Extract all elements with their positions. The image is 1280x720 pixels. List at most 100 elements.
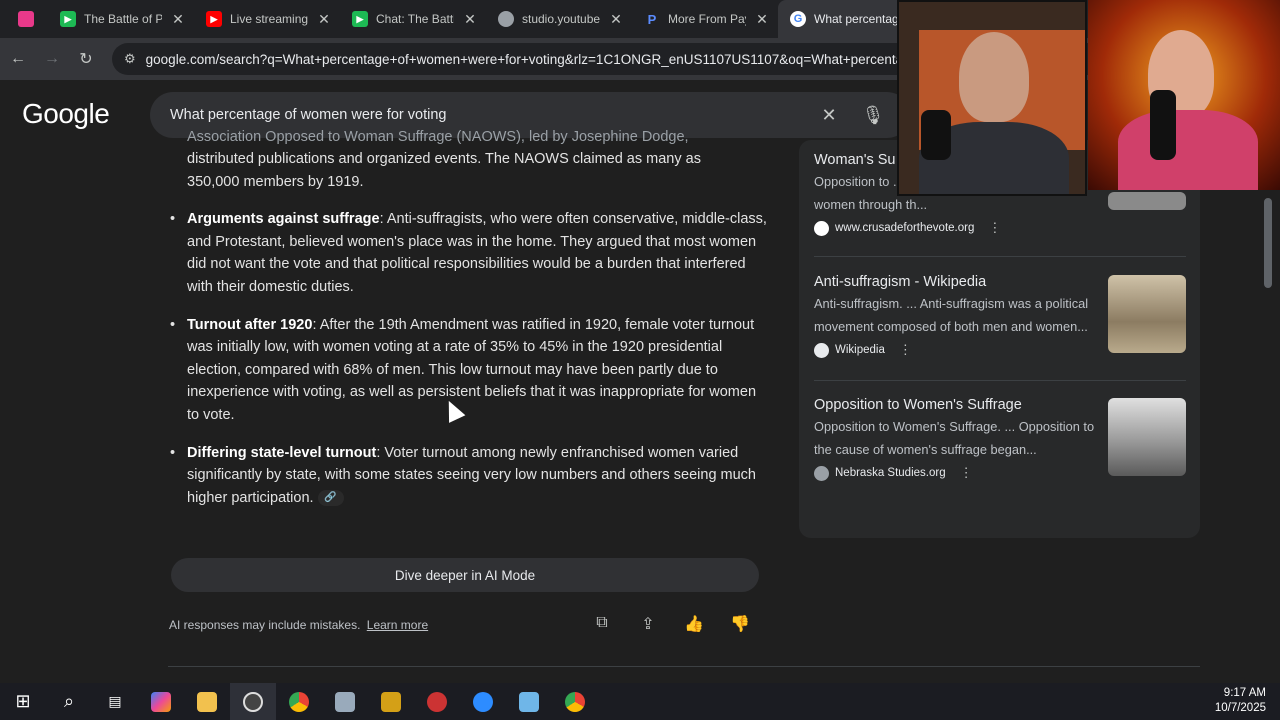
tab-2[interactable]: ▶ Chat: The Battle ✕ <box>340 0 486 38</box>
copilot-button[interactable] <box>138 683 184 720</box>
paint-icon <box>519 691 539 712</box>
start-button[interactable]: ⊞ <box>0 683 46 720</box>
app-icon <box>427 691 447 712</box>
task-view-icon: ▤ <box>108 693 122 709</box>
system-clock[interactable]: 9:17 AM 10/7/2025 <box>1215 686 1266 716</box>
search-icon: ⌕ <box>63 691 75 711</box>
windows-icon: ⊞ <box>15 691 31 711</box>
folder-icon <box>197 691 217 712</box>
thumbs-down-icon[interactable]: 👎 <box>730 614 750 634</box>
disclaimer: AI responses may include mistakes. Learn… <box>169 618 428 632</box>
bullet-list: Arguments against suffrage: Anti-suffrag… <box>168 208 768 509</box>
streamer-shirt <box>1118 110 1258 190</box>
list-item: Arguments against suffrage: Anti-suffrag… <box>168 208 768 298</box>
tab-0[interactable]: ▶ The Battle of Po ✕ <box>48 0 194 38</box>
play-icon: ▶ <box>352 11 368 27</box>
zoom-button[interactable] <box>460 683 506 720</box>
movie-maker-button[interactable] <box>368 683 414 720</box>
site-icon <box>814 465 829 481</box>
microphone-icon[interactable]: 🎙 <box>856 105 890 126</box>
tab-title: Live streaming <box>230 12 308 26</box>
reload-icon[interactable]: ↻ <box>78 49 94 69</box>
link-icon[interactable]: 🔗 <box>317 489 344 506</box>
paypal-icon: P <box>647 11 657 27</box>
source-thumbnail[interactable] <box>1108 398 1186 476</box>
forward-icon[interactable]: → <box>44 50 60 68</box>
clock-time: 9:17 AM <box>1223 687 1266 699</box>
divider <box>168 666 1200 667</box>
clock-date: 10/7/2025 <box>1214 702 1266 714</box>
site-info-icon[interactable]: ⚙ <box>124 51 136 67</box>
divider <box>814 380 1186 381</box>
disclaimer-text: AI responses may include mistakes. <box>169 618 361 632</box>
webcam-overlay-left <box>897 0 1087 196</box>
share-icon[interactable]: ⇪ <box>638 614 658 634</box>
globe-icon <box>498 11 514 27</box>
youtube-icon: ▶ <box>206 11 222 27</box>
thumbs-up-icon[interactable]: 👍 <box>684 614 704 634</box>
file-explorer-button[interactable] <box>184 683 230 720</box>
url-text: google.com/search?q=What+percentage+of+w… <box>145 51 911 67</box>
tab-groups-button[interactable] <box>6 0 48 38</box>
source-thumbnail[interactable] <box>1108 192 1186 210</box>
sources-panel: Woman's Su Opposition to ... dominated a… <box>799 140 1200 538</box>
more-options-icon[interactable]: ⋮ <box>988 220 1001 236</box>
close-icon[interactable]: ✕ <box>462 11 478 28</box>
app-button[interactable] <box>414 683 460 720</box>
copy-icon[interactable]: ⧉ <box>592 614 612 634</box>
intro-line: distributed publications and organized e… <box>187 151 701 167</box>
back-icon[interactable]: ← <box>10 50 26 68</box>
site-icon <box>814 220 829 236</box>
notepad-button[interactable] <box>322 683 368 720</box>
close-icon[interactable]: ✕ <box>170 11 186 28</box>
dive-deeper-button[interactable]: Dive deeper in AI Mode <box>171 558 759 592</box>
close-icon[interactable]: ✕ <box>754 11 770 28</box>
paint-button[interactable] <box>506 683 552 720</box>
tab-title: Chat: The Battle <box>376 12 454 26</box>
google-icon: G <box>790 11 806 27</box>
ai-overview: Association Opposed to Woman Suffrage (N… <box>168 129 768 509</box>
bullet-heading: Arguments against suffrage <box>187 211 380 228</box>
tab-1[interactable]: ▶ Live streaming ✕ <box>194 0 340 38</box>
microphone <box>1150 90 1176 160</box>
source-description: Anti-suffragism. ... Anti-suffragism was… <box>814 296 1089 334</box>
source-thumbnail[interactable] <box>1108 275 1186 353</box>
list-item: Differing state-level turnout: Voter tur… <box>168 442 768 510</box>
microphone <box>921 110 951 160</box>
intro-line: Association Opposed to Woman Suffrage (N… <box>187 129 689 145</box>
tab-title: More From Payl <box>668 12 746 26</box>
tab-3[interactable]: studio.youtube. ✕ <box>486 0 632 38</box>
source-site: www.crusadeforthevote.org ⋮ <box>814 220 1186 236</box>
star-icon <box>381 691 401 712</box>
source-name: www.crusadeforthevote.org <box>835 222 975 234</box>
tab-title: The Battle of Po <box>84 12 162 26</box>
search-button[interactable]: ⌕ <box>46 683 92 720</box>
wikipedia-icon <box>814 342 829 358</box>
notepad-icon <box>335 691 355 712</box>
more-options-icon[interactable]: ⋮ <box>960 465 973 481</box>
chrome-profile-button[interactable] <box>552 683 598 720</box>
chrome-icon <box>565 691 585 712</box>
task-view-button[interactable]: ▤ <box>92 683 138 720</box>
tab-title: studio.youtube. <box>522 12 600 26</box>
learn-more-link[interactable]: Learn more <box>367 618 428 632</box>
search-input[interactable]: What percentage of women were for voting <box>170 107 812 123</box>
google-logo[interactable]: Google <box>22 98 110 130</box>
clear-icon[interactable]: ✕ <box>812 105 846 126</box>
source-name: Wikipedia <box>835 344 885 356</box>
close-icon[interactable]: ✕ <box>316 11 332 28</box>
tab-4[interactable]: P More From Payl ✕ <box>632 0 778 38</box>
obs-icon <box>243 691 263 712</box>
close-icon[interactable]: ✕ <box>608 11 624 28</box>
obs-button[interactable] <box>230 683 276 720</box>
intro-line: 350,000 members by 1919. <box>187 173 364 190</box>
apps-icon <box>18 11 34 27</box>
chrome-button[interactable] <box>276 683 322 720</box>
scrollbar-thumb[interactable] <box>1264 198 1272 288</box>
webcam-overlay-right <box>1088 0 1280 190</box>
streamer-face <box>959 32 1029 122</box>
windows-taskbar: ⊞ ⌕ ▤ 9:17 AM 10/7/2025 <box>0 683 1280 720</box>
bullet-heading: Turnout after 1920 <box>187 316 313 333</box>
more-options-icon[interactable]: ⋮ <box>899 342 912 358</box>
bullet-heading: Differing state-level turnout <box>187 444 377 461</box>
